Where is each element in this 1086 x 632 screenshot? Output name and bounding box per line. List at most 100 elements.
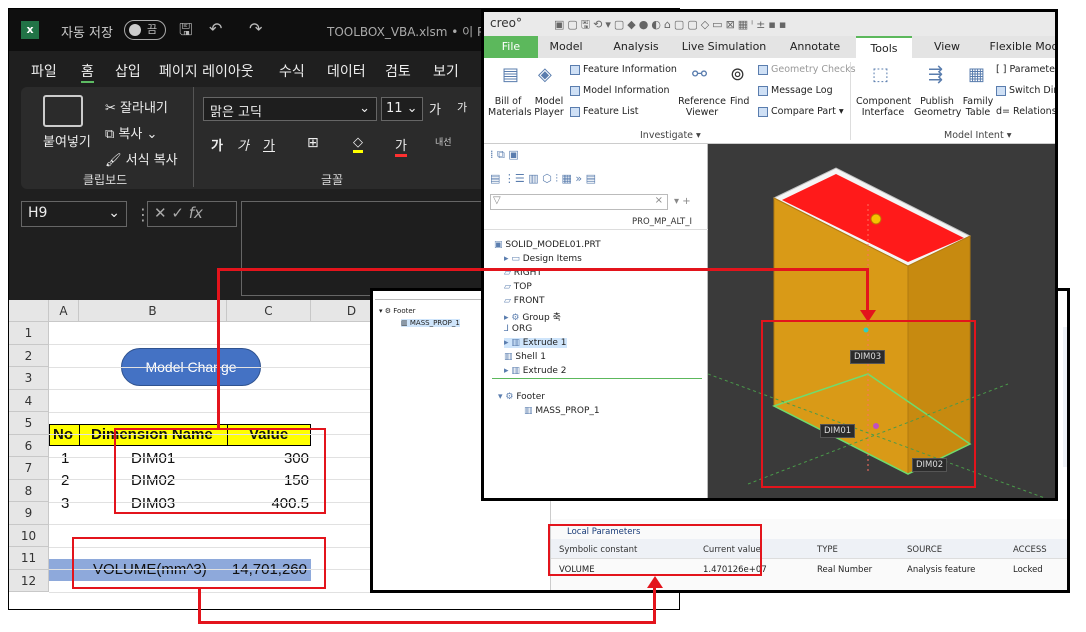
menu-page-layout[interactable]: 페이지 레이아웃 (159, 61, 254, 81)
scrollbar[interactable] (1063, 327, 1067, 467)
menu-home[interactable]: 홈 (81, 61, 94, 83)
enter-icon[interactable]: ✓ (171, 204, 188, 222)
relations-button[interactable]: d= Relations (996, 106, 1055, 117)
phonetic-button[interactable]: 내선 (435, 135, 452, 148)
redo-icon[interactable]: ↷ (249, 19, 262, 38)
paste-button[interactable]: 붙여넣기 (43, 131, 91, 150)
tab-file[interactable]: File (484, 36, 538, 58)
row-header[interactable]: 4 (9, 389, 49, 412)
row-header[interactable]: 12 (9, 569, 49, 592)
menu-review[interactable]: 검토 (385, 61, 411, 81)
tab-view[interactable]: View (922, 36, 972, 58)
tree-item[interactable]: ⅃ ORG (504, 324, 532, 334)
menu-data[interactable]: 데이터 (327, 61, 366, 81)
row-header[interactable]: 2 (9, 344, 49, 367)
tree-tab-icons[interactable]: ⁞ ⧉ ▣ (490, 148, 519, 162)
col-access[interactable]: ACCESS (1013, 545, 1047, 555)
copy-button[interactable]: ⧉ 복사 ⌄ (105, 123, 157, 142)
tree-item[interactable]: ▥ MASS_PROP_1 (524, 406, 600, 416)
menu-formulas[interactable]: 수식 (279, 61, 305, 81)
menu-insert[interactable]: 삽입 (115, 61, 141, 81)
parameters-button[interactable]: [ ] Parameter (996, 64, 1055, 75)
font-name-select[interactable]: 맑은 고딕 ⌄ (203, 97, 377, 121)
tree-item[interactable]: ▸ ⚙ Group 축 (504, 310, 561, 323)
menu-view[interactable]: 보기 (433, 61, 459, 81)
tab-annotate[interactable]: Annotate (780, 36, 850, 58)
row-header[interactable]: 7 (9, 457, 49, 480)
model-info-button[interactable]: Model Information (570, 85, 670, 96)
underline-button[interactable]: 가 (263, 135, 275, 154)
tree-item[interactable]: ▥ Shell 1 (504, 352, 546, 362)
bill-of-materials-button[interactable]: Bill of Materials (488, 96, 532, 118)
column-header[interactable]: C (227, 300, 311, 322)
model-player-button[interactable]: Model Player (532, 96, 566, 118)
compare-part-button[interactable]: Compare Part ▾ (758, 106, 844, 117)
cut-button[interactable]: ✂ 잘라내기 (105, 97, 168, 116)
col-source[interactable]: SOURCE (907, 545, 942, 555)
family-table-button[interactable]: Family Table (962, 96, 994, 118)
tree-item[interactable]: ▸ ▥ Extrude 1 (504, 338, 567, 348)
tree-item[interactable]: ▱ TOP (504, 282, 532, 292)
border-icon[interactable]: ⊞ (307, 135, 319, 151)
row-header[interactable]: 9 (9, 502, 49, 525)
component-interface-button[interactable]: Component Interface (856, 96, 911, 118)
name-box[interactable]: H9 ⌄ (21, 201, 127, 227)
grow-font-button[interactable]: 가 (429, 99, 441, 118)
font-size-select[interactable]: 11 ⌄ (381, 97, 423, 121)
save-icon[interactable]: 🖫 (179, 19, 193, 46)
row-header[interactable]: 8 (9, 479, 49, 502)
format-painter-button[interactable]: 🖌 서식 복사 (105, 149, 178, 168)
fx-icon[interactable]: fx (189, 204, 203, 222)
quick-access-icons[interactable]: ▣▢🖫⟲▾▢◆●◐⌂▢▢◇▭⊠▦ⁱ±▪▪ (554, 16, 789, 35)
message-log-button[interactable]: Message Log (758, 85, 833, 96)
tree-item[interactable]: ▸ ▭ Design Items (504, 254, 582, 264)
param-access[interactable]: Locked (1013, 565, 1043, 575)
tree-filter-input[interactable]: ▽ × (490, 194, 668, 210)
tab-live-simulation[interactable]: Live Simulation (678, 36, 770, 58)
row-header[interactable]: 5 (9, 412, 49, 435)
tree-item-mass-prop[interactable]: ▥ MASS_PROP_1 (401, 319, 460, 327)
bold-button[interactable]: 가 (211, 135, 223, 154)
model-intent-group-label[interactable]: Model Intent ▾ (944, 130, 1011, 141)
investigate-group-label[interactable]: Investigate ▾ (640, 130, 701, 141)
tab-analysis[interactable]: Analysis (604, 36, 668, 58)
cell-no[interactable]: 1 (61, 450, 69, 467)
column-pro-mp-alt[interactable]: PRO_MP_ALT_I (632, 217, 692, 227)
feature-info-button[interactable]: Feature Information (570, 64, 677, 75)
param-source[interactable]: Analysis feature (907, 565, 975, 575)
cancel-icon[interactable]: ✕ (154, 204, 171, 222)
row-header[interactable]: 3 (9, 367, 49, 390)
row-header[interactable]: 10 (9, 524, 49, 547)
geometry-checks-button[interactable]: Geometry Checks (758, 64, 856, 75)
cell-no[interactable]: 3 (61, 495, 69, 512)
menu-file[interactable]: 파일 (31, 61, 57, 81)
autosave-toggle[interactable]: 끔 (124, 20, 166, 40)
reference-viewer-button[interactable]: Reference Viewer (678, 96, 726, 118)
tree-item[interactable]: ▣ SOLID_MODEL01.PRT (494, 240, 601, 250)
switch-dimensions-button[interactable]: Switch Dir (996, 85, 1055, 96)
col-type[interactable]: TYPE (817, 545, 838, 555)
undo-icon[interactable]: ↶ (209, 19, 222, 38)
fill-color-icon[interactable]: ◇ (353, 135, 363, 153)
shrink-font-button[interactable]: 가 (457, 99, 467, 115)
param-type[interactable]: Real Number (817, 565, 872, 575)
column-header[interactable]: B (79, 300, 227, 322)
publish-geometry-button[interactable]: Publish Geometry (914, 96, 961, 118)
select-all-corner[interactable] (9, 300, 49, 322)
tab-tools[interactable]: Tools (856, 36, 912, 58)
column-header[interactable]: A (49, 300, 79, 322)
feature-list-button[interactable]: Feature List (570, 106, 639, 117)
tab-model[interactable]: Model (540, 36, 592, 58)
add-column-icon[interactable]: ▾ + (674, 196, 691, 207)
tree-item-footer[interactable]: ▾ ⚙ Footer (379, 307, 416, 315)
row-header[interactable]: 6 (9, 434, 49, 457)
find-button[interactable]: Find (730, 96, 749, 107)
tree-item[interactable]: ▾ ⚙ Footer (498, 392, 545, 402)
cell-no[interactable]: 2 (61, 472, 69, 489)
tree-item[interactable]: ▱ FRONT (504, 296, 545, 306)
paste-icon[interactable] (43, 95, 83, 127)
font-color-button[interactable]: 가 (395, 135, 407, 157)
tree-item[interactable]: ▸ ▥ Extrude 2 (504, 366, 567, 376)
tree-toolbar-icons[interactable]: ▤ ⋮☰ ▥ ⬡ ⫶ ▦ » ▤ (490, 172, 596, 186)
italic-button[interactable]: 가 (237, 135, 249, 154)
